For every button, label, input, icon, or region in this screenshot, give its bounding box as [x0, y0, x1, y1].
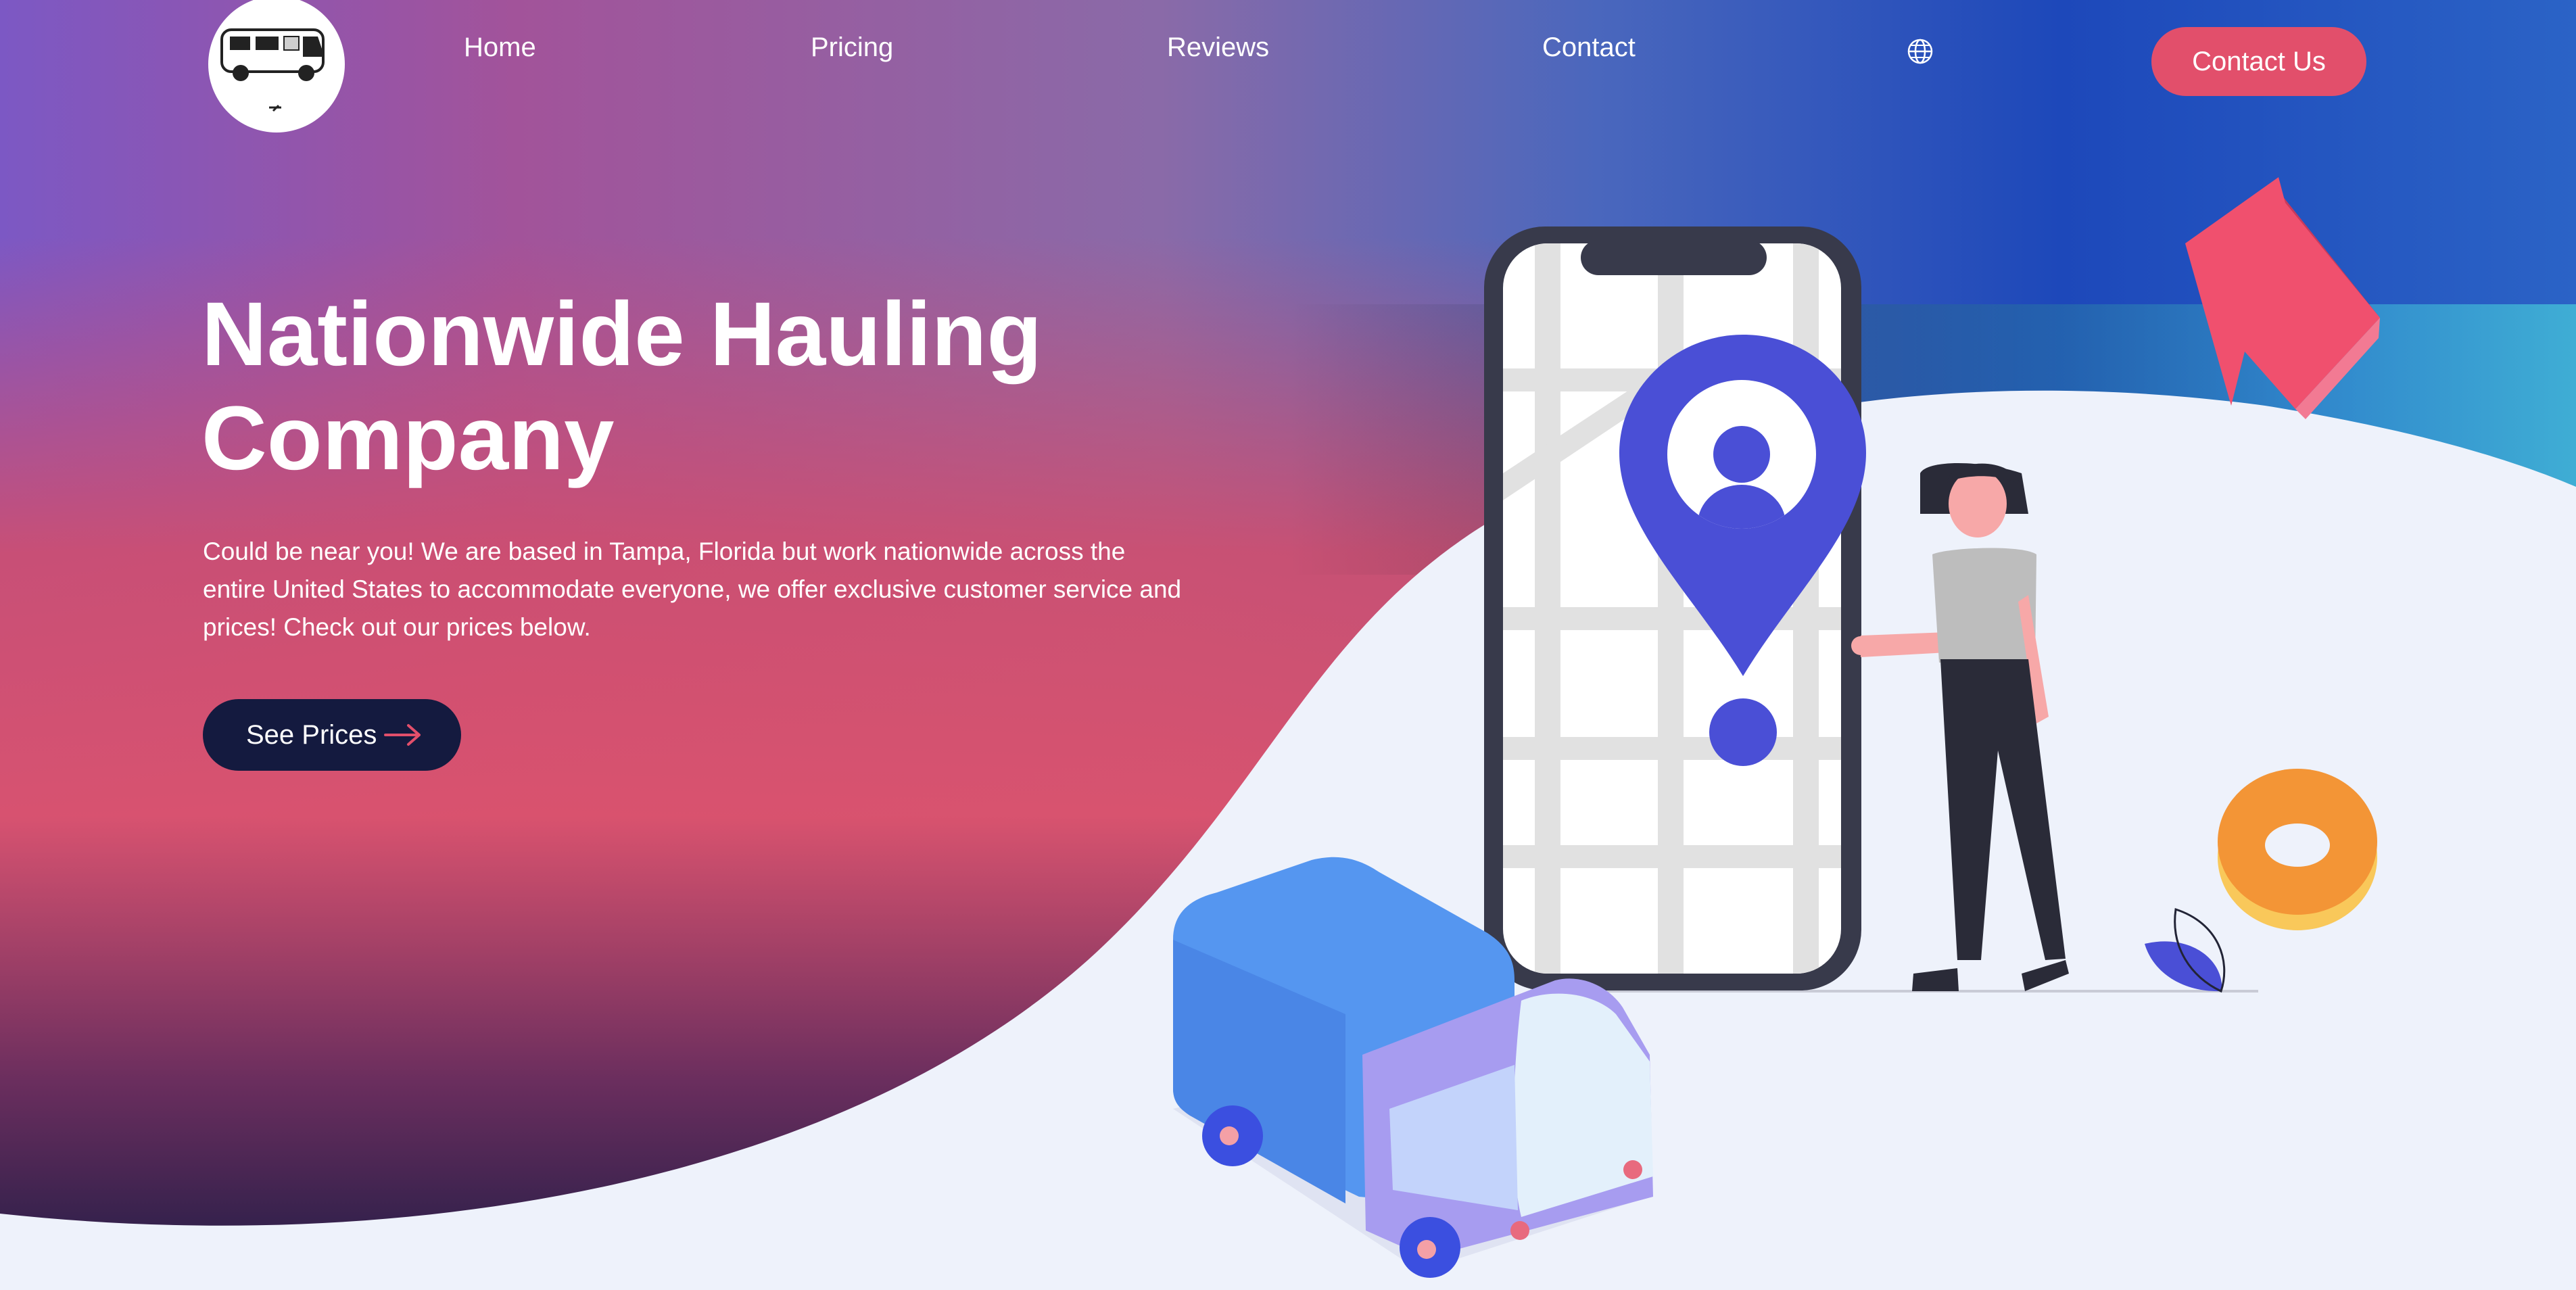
nav-reviews[interactable]: Reviews — [1167, 32, 1269, 63]
van-logo-icon — [220, 28, 325, 112]
page-title: Nationwide Hauling Company — [201, 283, 1148, 491]
see-prices-button[interactable]: See Prices — [203, 699, 461, 771]
nav-contact[interactable]: Contact — [1542, 32, 1636, 63]
see-prices-label: See Prices — [246, 719, 377, 750]
nav-home[interactable]: Home — [464, 32, 536, 63]
hero-description: Could be near you! We are based in Tampa… — [203, 538, 1182, 641]
nav-pricing[interactable]: Pricing — [811, 32, 893, 63]
globe-icon[interactable] — [1907, 38, 1934, 65]
title-line-2: Company — [201, 388, 615, 489]
logo[interactable] — [208, 0, 345, 133]
title-line-1: Nationwide Hauling — [201, 284, 1043, 385]
contact-us-button[interactable]: Contact Us — [2151, 27, 2366, 96]
arrow-right-icon — [384, 724, 421, 746]
